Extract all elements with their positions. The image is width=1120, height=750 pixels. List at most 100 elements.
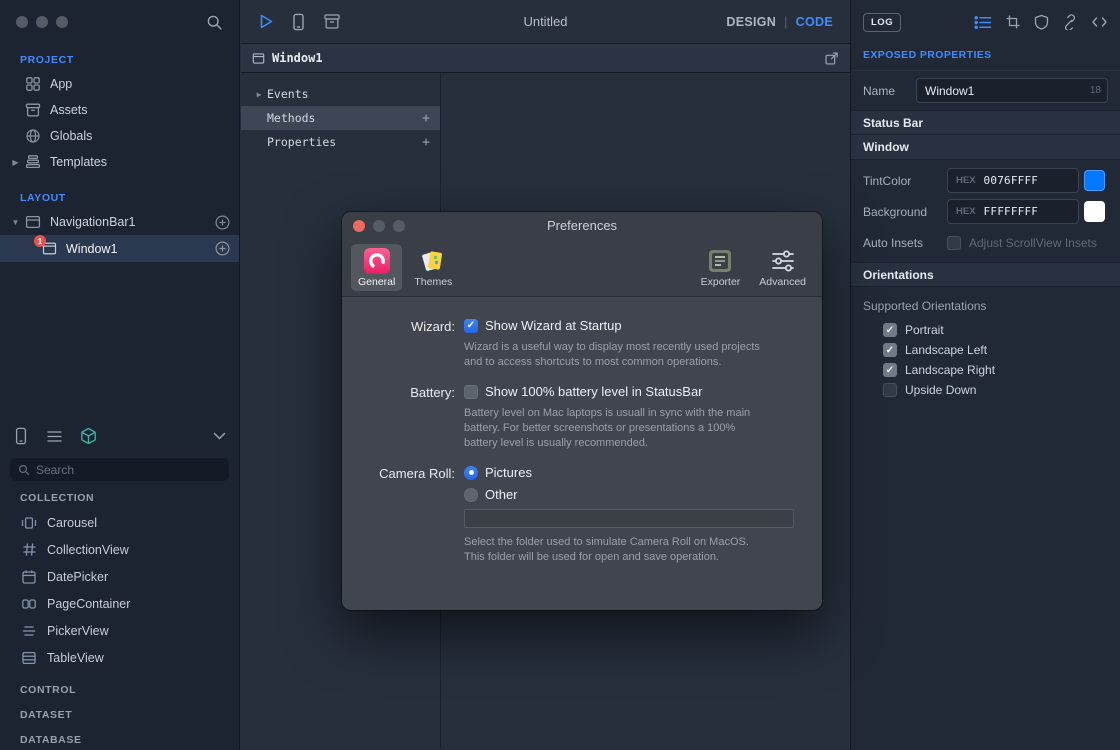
- sidebar-item-templates[interactable]: ▶ Templates: [0, 149, 239, 175]
- status-bar-section-header[interactable]: Status Bar: [851, 110, 1120, 135]
- collection-section-header: COLLECTION: [20, 492, 239, 504]
- globals-icon: [23, 128, 42, 144]
- cube-tab-icon[interactable]: [80, 427, 97, 445]
- database-section-header[interactable]: DATABASE: [20, 734, 239, 746]
- chevron-down-icon[interactable]: [213, 432, 226, 440]
- device-tab-icon[interactable]: [13, 427, 29, 445]
- landscape-right-checkbox[interactable]: ✓: [883, 363, 897, 377]
- archive-icon[interactable]: [323, 13, 341, 30]
- layout-section-header: LAYOUT: [20, 192, 239, 204]
- background-swatch[interactable]: [1084, 201, 1105, 222]
- mode-divider: |: [784, 15, 788, 29]
- tree-item-events[interactable]: ▶ Events: [241, 82, 440, 106]
- code-mode-button[interactable]: CODE: [796, 15, 833, 29]
- disclosure-right-icon[interactable]: ▶: [251, 90, 267, 99]
- tab-advanced[interactable]: Advanced: [752, 244, 813, 291]
- pictures-radio[interactable]: [464, 466, 478, 480]
- portrait-checkbox[interactable]: ✓: [883, 323, 897, 337]
- dialog-title: Preferences: [547, 218, 617, 233]
- properties-list-icon[interactable]: [974, 15, 992, 30]
- orientation-row-landscape-left: ✓ Landscape Left: [851, 340, 1120, 360]
- pagecontainer-icon: [20, 596, 38, 612]
- character-count: 18: [1090, 85, 1101, 96]
- orientations-section-header[interactable]: Orientations: [851, 262, 1120, 287]
- datepicker-icon: [20, 569, 38, 585]
- other-radio[interactable]: [464, 488, 478, 502]
- tintcolor-hex-field[interactable]: HEX 0076FFFF: [947, 168, 1079, 193]
- wizard-description: Wizard is a useful way to display most r…: [464, 340, 769, 369]
- name-property-row: Name 18: [851, 71, 1120, 110]
- collectionview-icon: [20, 542, 38, 557]
- sidebar-item-globals[interactable]: Globals: [0, 123, 239, 149]
- tab-exporter[interactable]: Exporter: [694, 244, 748, 291]
- library-item-carousel[interactable]: Carousel: [0, 509, 239, 536]
- sidebar-item-navigationbar1[interactable]: ▼ NavigationBar1: [0, 209, 239, 235]
- sidebar-item-window1[interactable]: 1 Window1: [0, 235, 239, 262]
- design-mode-button[interactable]: DESIGN: [726, 15, 776, 29]
- sidebar-item-label: Assets: [50, 103, 88, 117]
- preferences-toolbar: General Themes Exporter Advanced: [342, 239, 822, 297]
- library-item-label: CollectionView: [47, 543, 129, 557]
- camera-roll-folder-input[interactable]: [464, 509, 794, 528]
- search-input[interactable]: [36, 463, 221, 477]
- background-hex-field[interactable]: HEX FFFFFFFF: [947, 199, 1079, 224]
- window-section-header[interactable]: Window: [851, 135, 1120, 160]
- minimize-dialog-button: [373, 220, 385, 232]
- adjust-scrollview-label: Adjust ScrollView Insets: [969, 236, 1097, 250]
- preferences-titlebar[interactable]: Preferences: [342, 212, 822, 239]
- close-dialog-button[interactable]: [353, 220, 365, 232]
- library-item-label: PickerView: [47, 624, 109, 638]
- name-input[interactable]: [916, 78, 1108, 103]
- library-item-pagecontainer[interactable]: PageContainer: [0, 590, 239, 617]
- tintcolor-swatch[interactable]: [1084, 170, 1105, 191]
- log-button[interactable]: LOG: [863, 13, 901, 32]
- app-icon: [23, 76, 42, 92]
- library-item-collectionview[interactable]: CollectionView: [0, 536, 239, 563]
- landscape-left-checkbox[interactable]: ✓: [883, 343, 897, 357]
- open-external-icon[interactable]: [824, 51, 839, 66]
- tree-item-methods[interactable]: Methods +: [241, 106, 440, 130]
- tableview-icon: [20, 650, 38, 666]
- zoom-window-button[interactable]: [56, 16, 68, 28]
- add-method-button[interactable]: +: [422, 111, 430, 126]
- widget-library: COLLECTION Carousel CollectionView DateP…: [0, 418, 239, 750]
- project-section-header: PROJECT: [20, 54, 239, 66]
- link-icon[interactable]: [1062, 14, 1078, 30]
- wizard-checkbox[interactable]: ✓: [464, 319, 478, 333]
- list-tab-icon[interactable]: [46, 429, 63, 444]
- control-section-header[interactable]: CONTROL: [20, 684, 239, 696]
- library-search-field[interactable]: [10, 458, 229, 481]
- battery-checkbox[interactable]: [464, 385, 478, 399]
- background-label: Background: [863, 205, 947, 219]
- library-item-tableview[interactable]: TableView: [0, 644, 239, 671]
- disclosure-right-icon[interactable]: ▶: [8, 158, 23, 167]
- adjust-scrollview-checkbox[interactable]: [947, 236, 961, 250]
- add-child-button[interactable]: [215, 215, 230, 230]
- tab-general[interactable]: General: [351, 244, 402, 291]
- run-icon[interactable]: [258, 13, 274, 30]
- tree-item-properties[interactable]: Properties +: [241, 130, 440, 154]
- disclosure-down-icon[interactable]: ▼: [8, 218, 23, 227]
- dataset-section-header[interactable]: DATASET: [20, 709, 239, 721]
- minimize-window-button[interactable]: [36, 16, 48, 28]
- close-window-button[interactable]: [16, 16, 28, 28]
- upside-down-checkbox[interactable]: [883, 383, 897, 397]
- shield-icon[interactable]: [1034, 14, 1049, 30]
- sidebar-item-app[interactable]: App: [0, 71, 239, 97]
- wizard-setting-row: Wizard: ✓ Show Wizard at Startup Wizard …: [342, 318, 798, 369]
- search-icon[interactable]: [206, 14, 223, 31]
- constraints-icon[interactable]: [1005, 14, 1021, 30]
- sidebar-item-assets[interactable]: Assets: [0, 97, 239, 123]
- library-item-pickerview[interactable]: PickerView: [0, 617, 239, 644]
- general-icon: [364, 248, 390, 274]
- code-tag-icon[interactable]: [1091, 15, 1108, 29]
- inspector-panel: LOG EXPOSED PROPERTIES Name 18 S: [850, 0, 1120, 750]
- library-item-datepicker[interactable]: DatePicker: [0, 563, 239, 590]
- orientation-row-portrait: ✓ Portrait: [851, 320, 1120, 340]
- add-property-button[interactable]: +: [422, 135, 430, 150]
- simulator-icon[interactable]: [291, 13, 306, 31]
- library-toolbar: [0, 418, 239, 454]
- add-child-button[interactable]: [215, 241, 230, 256]
- exporter-icon: [707, 248, 733, 274]
- tab-themes[interactable]: Themes: [407, 244, 459, 291]
